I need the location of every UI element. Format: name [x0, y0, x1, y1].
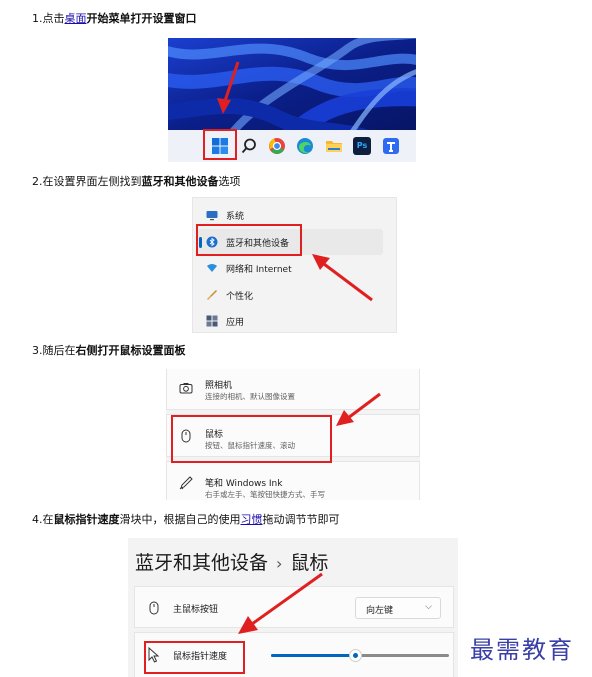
edge-icon[interactable] [296, 137, 314, 155]
desktop-screenshot: Ps [168, 38, 416, 162]
breadcrumb-current: 鼠标 [290, 552, 329, 574]
slider-fill [271, 654, 355, 657]
chevron-down-icon: ⌵ [425, 602, 432, 612]
dropdown-value: 向左键 [366, 606, 394, 616]
nav-item-apps[interactable]: 应用 [193, 308, 379, 334]
mouse-card-highlight [171, 415, 332, 463]
mouse-icon [149, 601, 159, 615]
red-arrow-2 [312, 254, 373, 302]
pen-title: 笔和 Windows Ink [205, 479, 283, 489]
primary-button-label: 主鼠标按钮 [173, 605, 219, 615]
nav-label-apps: 应用 [226, 317, 245, 328]
pen-card[interactable]: 笔和 Windows Ink 右手或左手、笔按钮快捷方式、手写 [166, 461, 420, 500]
breadcrumb-separator: › [276, 554, 283, 573]
nav-label-personalization: 个性化 [226, 291, 254, 302]
step-2-bold: 蓝牙和其他设备 [141, 175, 219, 188]
pen-icon [179, 476, 193, 490]
habit-link[interactable]: 习惯 [241, 513, 263, 526]
desktop-link[interactable]: 桌面 [65, 12, 87, 25]
step-3-text: 3.随后在右侧打开鼠标设置面板 [32, 344, 186, 358]
red-arrow-1 [217, 61, 240, 114]
red-arrow-4 [238, 572, 323, 634]
step-2-prefix: 2.在设置界面左侧找到 [32, 175, 142, 188]
photoshop-icon[interactable]: Ps [353, 137, 371, 155]
step-1-prefix: 1.点击 [32, 12, 65, 25]
devices-panel-screenshot: 照相机 连接的相机、默认图像设置 鼠标 按钮、鼠标指针速度、滚动 笔和 Wind… [166, 369, 420, 500]
apps-icon [206, 315, 218, 327]
camera-title: 照相机 [205, 381, 233, 391]
nav-label-system: 系统 [226, 211, 245, 222]
step-4-suffix: 拖动调节节即可 [262, 513, 340, 526]
step-3-bold: 右侧打开鼠标设置面板 [75, 344, 186, 357]
brush-icon [207, 290, 217, 300]
slider-thumb[interactable] [348, 649, 362, 662]
step-2-suffix: 选项 [218, 175, 241, 188]
step-2-text: 2.在设置界面左侧找到蓝牙和其他设备选项 [32, 175, 241, 189]
wifi-icon [207, 264, 217, 272]
camera-icon [179, 383, 193, 394]
step-4-text: 4.在鼠标指针速度滑块中，根据自己的使用习惯拖动调节节即可 [32, 513, 340, 527]
watermark-logo: 最需教育 [470, 636, 574, 664]
step-4-bold: 鼠标指针速度 [53, 513, 120, 526]
wallpaper-bloom [168, 38, 416, 130]
search-icon[interactable] [240, 137, 258, 155]
breadcrumb: 蓝牙和其他设备 › 鼠标 [135, 548, 328, 575]
breadcrumb-parent[interactable]: 蓝牙和其他设备 [135, 552, 268, 574]
chrome-icon[interactable] [268, 137, 286, 155]
step-4-mid: 滑块中，根据自己的使用 [119, 513, 241, 526]
file-explorer-icon[interactable] [325, 137, 343, 155]
step-1-bold: 开始菜单打开设置窗口 [86, 12, 197, 25]
red-arrow-3 [336, 392, 381, 426]
pen-subtitle: 右手或左手、笔按钮快捷方式、手写 [205, 490, 325, 499]
pointer-speed-slider[interactable] [271, 649, 449, 662]
app-icon[interactable] [382, 137, 400, 155]
primary-button-dropdown[interactable]: 向左键 ⌵ [355, 597, 441, 619]
nav-label-network: 网络和 Internet [226, 264, 292, 275]
step-3-prefix: 3.随后在 [32, 344, 76, 357]
step-4-prefix: 4.在 [32, 513, 54, 526]
start-button-highlight [203, 129, 237, 160]
step-1-text: 1.点击桌面开始菜单打开设置窗口 [32, 12, 197, 26]
bluetooth-highlight [196, 224, 302, 256]
pointer-speed-highlight [144, 641, 245, 674]
camera-subtitle: 连接的相机、默认图像设置 [205, 392, 295, 401]
display-icon [206, 211, 218, 221]
